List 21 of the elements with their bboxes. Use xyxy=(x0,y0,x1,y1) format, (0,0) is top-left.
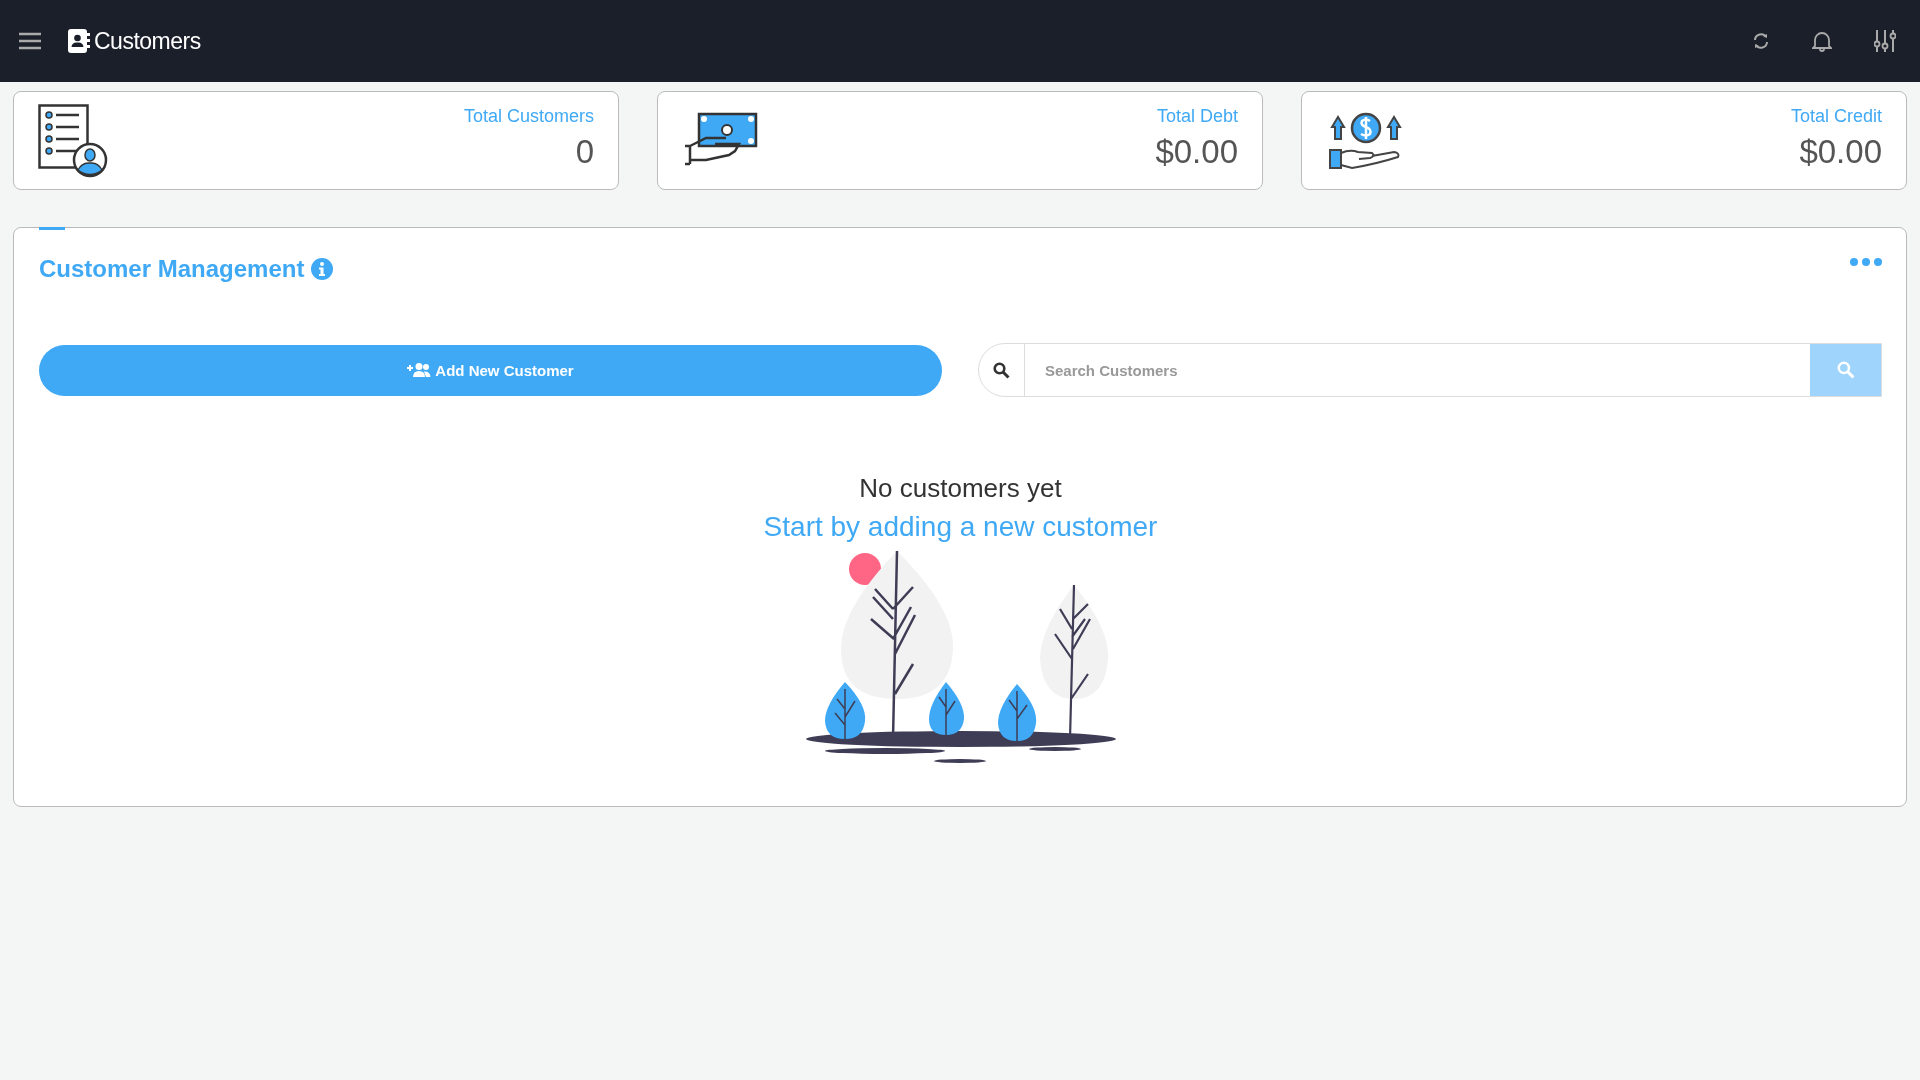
search-icon xyxy=(993,361,1010,379)
stat-value: $0.00 xyxy=(1155,133,1238,171)
search-icon xyxy=(1836,361,1855,379)
bell-icon[interactable] xyxy=(1812,30,1832,52)
info-icon[interactable] xyxy=(311,258,334,280)
refresh-icon[interactable] xyxy=(1752,32,1770,50)
panel-title: Customer Management xyxy=(39,255,305,283)
empty-state-subtitle: Start by adding a new customer xyxy=(763,511,1158,543)
stat-label: Total Credit xyxy=(1790,106,1882,127)
contact-book-icon xyxy=(68,29,90,53)
menu-icon[interactable] xyxy=(18,32,42,50)
stat-label: Total Customers xyxy=(463,106,594,127)
stat-label: Total Debt xyxy=(1156,106,1238,127)
stat-value: 0 xyxy=(575,133,594,171)
add-customer-button[interactable]: Add New Customer xyxy=(39,344,942,396)
add-users-icon xyxy=(407,362,432,378)
stat-value: $0.00 xyxy=(1799,133,1882,171)
more-options-icon[interactable] xyxy=(1850,258,1882,266)
page-title: Customers xyxy=(94,27,201,55)
empty-state-title: No customers yet xyxy=(859,473,1062,504)
sliders-icon[interactable] xyxy=(1874,29,1896,53)
